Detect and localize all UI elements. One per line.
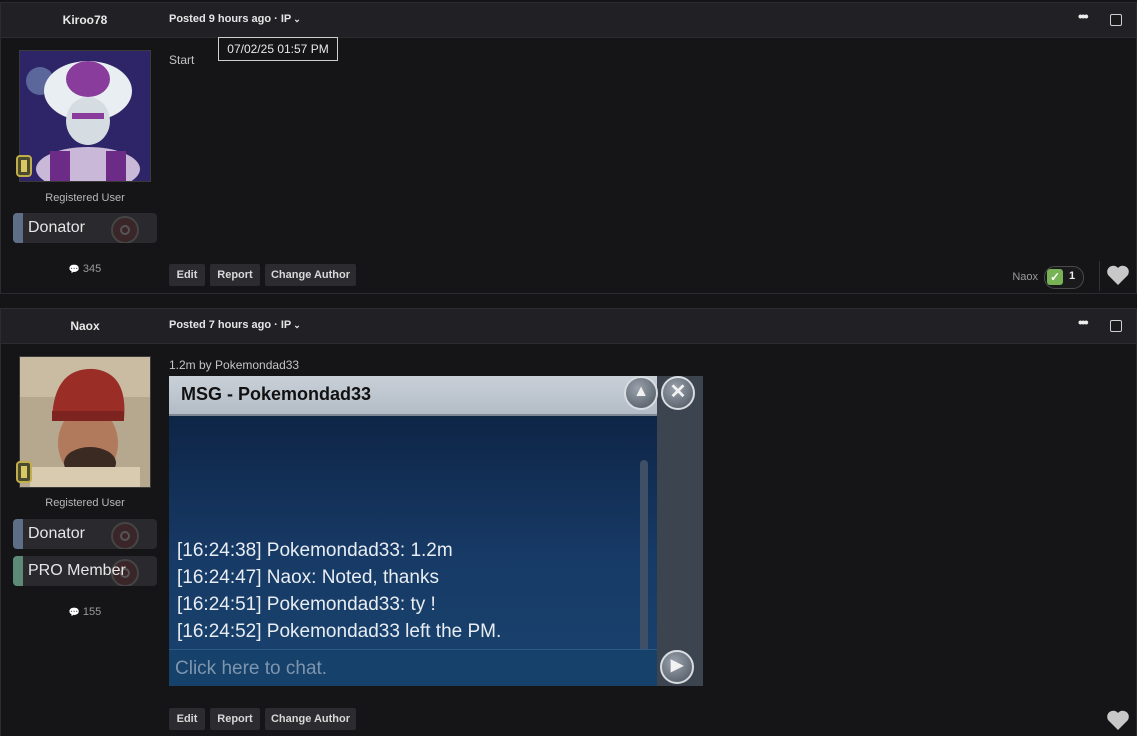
post-header: Naox Posted 7 hours ago · IP ⌄ •••	[1, 309, 1136, 344]
minimize-icon: ▲	[624, 376, 658, 410]
post-count: 💬 155	[1, 606, 169, 618]
chat-input-placeholder: Click here to chat.	[175, 658, 328, 679]
badge-tab	[13, 213, 23, 243]
heart-icon[interactable]	[1106, 709, 1130, 731]
group-badge-donator: Donator	[13, 213, 157, 243]
post-count: 💬 345	[1, 263, 169, 275]
author-name[interactable]: Kiroo78	[1, 13, 169, 27]
group-badge-donator: Donator	[13, 519, 157, 549]
badge-tab	[13, 556, 23, 586]
chat-message: [16:24:47] Naox: Noted, thanks	[177, 567, 439, 588]
post-count-value: 155	[82, 606, 102, 618]
edit-button[interactable]: Edit	[169, 264, 205, 286]
chat-screenshot[interactable]: MSG - Pokemondad33 ▲ ✕ [16:24:38] Pokemo…	[169, 376, 703, 686]
post-header: Kiroo78 Posted 9 hours ago · IP ⌄ •••	[1, 3, 1136, 38]
chat-log: [16:24:38] Pokemondad33: 1.2m [16:24:47]…	[169, 416, 657, 680]
more-options-icon[interactable]: •••	[1078, 315, 1092, 331]
post-date-text: Posted 7 hours ago · IP	[169, 319, 292, 331]
edit-button[interactable]: Edit	[169, 708, 205, 730]
send-arrow-icon: ▶	[660, 650, 694, 684]
group-badge-pro-member: PRO Member	[13, 556, 157, 586]
chat-message: [16:24:51] Pokemondad33: ty !	[177, 594, 436, 615]
chat-window-title: MSG - Pokemondad33	[181, 384, 372, 404]
divider	[1099, 261, 1100, 291]
post: Kiroo78 Posted 9 hours ago · IP ⌄ ••• Reg…	[0, 2, 1137, 294]
pokeball-icon	[111, 216, 139, 243]
reaction-user[interactable]: Naox	[1012, 271, 1038, 283]
check-mark-icon: ✓	[1047, 269, 1063, 285]
avatar[interactable]	[19, 356, 151, 488]
post-count-value: 345	[82, 263, 102, 275]
post-date[interactable]: Posted 7 hours ago · IP ⌄	[169, 319, 301, 331]
user-title: Registered User	[45, 192, 125, 204]
rank-badge-icon	[14, 460, 34, 484]
pokeball-icon	[111, 522, 139, 549]
report-button[interactable]: Report	[210, 264, 260, 286]
post: Naox Posted 7 hours ago · IP ⌄ ••• Regist…	[0, 308, 1137, 736]
close-icon: ✕	[661, 376, 695, 410]
group-label: Donator	[28, 525, 85, 542]
chevron-down-icon[interactable]: ⌄	[293, 14, 301, 24]
avatar[interactable]	[19, 50, 151, 182]
date-tooltip: 07/02/25 01:57 PM	[218, 37, 338, 61]
chat-window-sidebar	[657, 376, 703, 686]
select-post-checkbox[interactable]	[1110, 14, 1122, 26]
change-author-button[interactable]: Change Author	[265, 708, 356, 730]
user-title: Registered User	[45, 497, 125, 509]
group-label: PRO Member	[28, 562, 126, 579]
post-content: Start	[169, 53, 195, 67]
post-date[interactable]: Posted 9 hours ago · IP ⌄	[169, 13, 301, 25]
report-button[interactable]: Report	[210, 708, 260, 730]
change-author-button[interactable]: Change Author	[265, 264, 356, 286]
chat-input: Click here to chat.	[169, 649, 657, 686]
post-content: 1.2m by Pokemondad33	[169, 358, 300, 372]
heart-icon[interactable]	[1106, 264, 1130, 286]
author-name[interactable]: Naox	[1, 319, 169, 333]
chevron-down-icon[interactable]: ⌄	[293, 320, 301, 330]
chat-window-titlebar: MSG - Pokemondad33	[169, 376, 657, 416]
group-label: Donator	[28, 219, 85, 236]
more-options-icon[interactable]: •••	[1078, 9, 1092, 25]
reaction-pill[interactable]: ✓ 1	[1044, 266, 1084, 289]
post-date-text: Posted 9 hours ago · IP	[169, 13, 292, 25]
select-post-checkbox[interactable]	[1110, 320, 1122, 332]
chat-message: [16:24:52] Pokemondad33 left the PM.	[177, 621, 502, 642]
badge-tab	[13, 519, 23, 549]
comment-icon: 💬	[68, 264, 80, 274]
chat-message: [16:24:38] Pokemondad33: 1.2m	[177, 540, 453, 561]
scrollbar	[640, 460, 648, 680]
reaction-count: 1	[1069, 270, 1076, 282]
rank-badge-icon	[14, 154, 34, 178]
comment-icon: 💬	[68, 607, 80, 617]
